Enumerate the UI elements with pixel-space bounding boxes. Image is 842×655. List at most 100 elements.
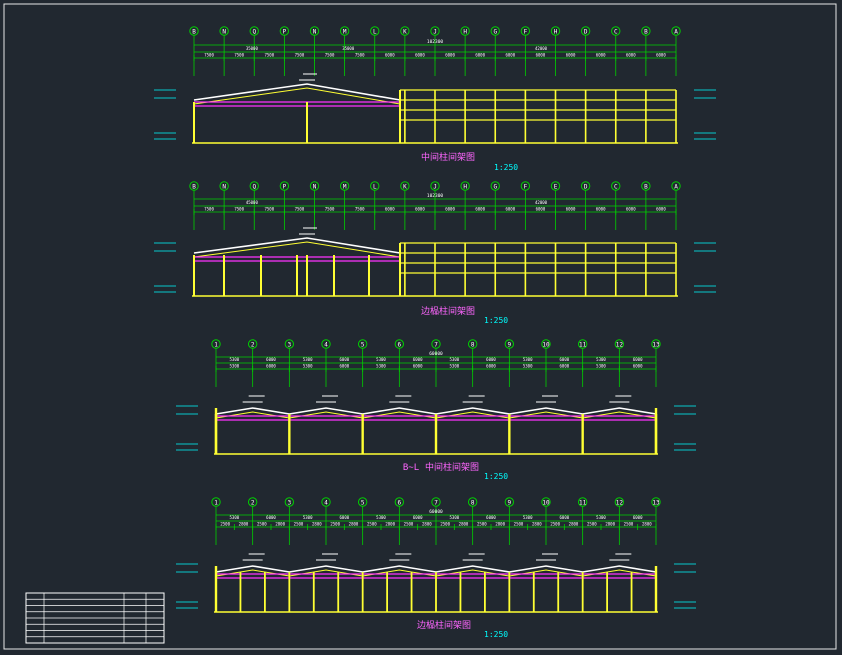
axis-label: C: [614, 29, 618, 36]
dimension-span: 6000: [445, 53, 455, 58]
axis-label: 3: [288, 500, 292, 507]
dimension-upper: 6000: [340, 357, 350, 362]
dimension-total: 102300: [427, 193, 444, 199]
axis-label: P: [283, 184, 287, 191]
dimension-span: 7500: [234, 207, 244, 212]
dimension-span: 6000: [596, 207, 606, 212]
dimension-span: 2800: [459, 522, 469, 527]
dimension-span: 2800: [569, 522, 579, 527]
axis-label: H: [463, 184, 467, 191]
axis-label: N: [222, 29, 226, 36]
dimension-sub: 45000: [246, 200, 259, 205]
dimension-upper: 5300: [596, 357, 606, 362]
dimension-span: 6000: [415, 207, 425, 212]
dimension-span: 2500: [404, 522, 414, 527]
axis-label: 8: [471, 500, 475, 507]
axis-label: L: [373, 29, 377, 36]
axis-label: D: [584, 184, 588, 191]
axis-label: Q: [252, 184, 256, 191]
axis-label: B: [192, 29, 196, 36]
axis-label: 10: [542, 342, 550, 349]
dimension-sub: 42000: [535, 46, 548, 51]
axis-label: 11: [579, 500, 587, 507]
dimension-span: 6000: [536, 207, 546, 212]
dimension-span: 6000: [505, 207, 515, 212]
dimension-upper: 5300: [303, 515, 313, 520]
dimension-span: 2800: [495, 522, 505, 527]
axis-label: M: [343, 29, 347, 36]
axis-label: 4: [324, 342, 328, 349]
axis-label: B: [644, 184, 648, 191]
axis-label: 13: [652, 342, 660, 349]
dimension-total: 60000: [429, 351, 443, 357]
drawing-title-4: 边榀柱间架图: [417, 619, 471, 631]
dimension-span: 6000: [486, 364, 496, 369]
dimension-sub: 42000: [535, 200, 548, 205]
dimension-upper: 6000: [633, 515, 643, 520]
dimension-span: 7500: [264, 53, 274, 58]
axis-label: E: [554, 184, 558, 191]
dimension-upper: 5300: [523, 357, 533, 362]
dimension-sub: 35000: [246, 46, 259, 51]
drawing-scale-4: 1:250: [484, 630, 508, 639]
dimension-span: 2500: [294, 522, 304, 527]
dimension-span: 6000: [566, 207, 576, 212]
axis-label: J: [433, 184, 437, 191]
axis-label: F: [524, 29, 528, 36]
dimension-span: 5300: [230, 364, 240, 369]
dimension-upper: 6000: [486, 515, 496, 520]
dimension-total: 60000: [429, 509, 443, 515]
dimension-span: 2800: [275, 522, 285, 527]
axis-label: 6: [398, 500, 402, 507]
dimension-span: 7500: [325, 207, 335, 212]
axis-label: 4: [324, 500, 328, 507]
axis-label: B: [192, 184, 196, 191]
dimension-span: 6000: [566, 53, 576, 58]
dimension-span: 6000: [413, 364, 423, 369]
dimension-span: 7500: [295, 53, 305, 58]
dimension-span: 7500: [355, 207, 365, 212]
axis-label: J: [433, 29, 437, 36]
dimension-span: 7500: [204, 207, 214, 212]
axis-label: N: [313, 29, 317, 36]
axis-label: 7: [434, 342, 438, 349]
axis-label: 12: [616, 342, 624, 349]
dimension-span: 5300: [450, 364, 460, 369]
axis-label: N: [222, 184, 226, 191]
dimension-span: 6000: [340, 364, 350, 369]
axis-label: B: [644, 29, 648, 36]
axis-label: 7: [434, 500, 438, 507]
axis-label: 5: [361, 342, 365, 349]
dimension-span: 2500: [367, 522, 377, 527]
dimension-span: 7500: [204, 53, 214, 58]
dimension-span: 6000: [415, 53, 425, 58]
axis-label: G: [493, 29, 497, 36]
dimension-span: 6000: [560, 364, 570, 369]
dimension-span: 6000: [596, 53, 606, 58]
dimension-upper: 5300: [376, 515, 386, 520]
dimension-span: 2500: [514, 522, 524, 527]
axis-label: 6: [398, 342, 402, 349]
dimension-span: 5300: [523, 364, 533, 369]
axis-label: H: [463, 29, 467, 36]
dimension-upper: 5300: [523, 515, 533, 520]
dimension-span: 2800: [605, 522, 615, 527]
dimension-sub: 35000: [342, 46, 355, 51]
axis-label: 1: [214, 500, 218, 507]
dimension-span: 7500: [234, 53, 244, 58]
dimension-upper: 6000: [413, 357, 423, 362]
dimension-upper: 6000: [633, 357, 643, 362]
dimension-span: 2500: [587, 522, 597, 527]
dimension-span: 6000: [656, 207, 666, 212]
dimension-upper: 6000: [560, 515, 570, 520]
dimension-span: 6000: [505, 53, 515, 58]
dimension-upper: 6000: [560, 357, 570, 362]
dimension-span: 2800: [385, 522, 395, 527]
axis-label: 12: [616, 500, 624, 507]
dimension-span: 2800: [349, 522, 359, 527]
dimension-span: 6000: [633, 364, 643, 369]
dimension-span: 2500: [440, 522, 450, 527]
dimension-span: 2800: [642, 522, 652, 527]
axis-label: 9: [508, 500, 512, 507]
dimension-span: 2500: [550, 522, 560, 527]
